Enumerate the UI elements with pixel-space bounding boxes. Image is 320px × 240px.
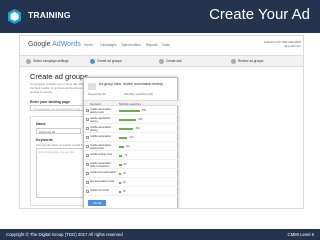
step-review-ad-groups[interactable]: Review ad groups [238,59,264,63]
search-volume-value: 590 [141,108,147,112]
idea-row[interactable]: mobile application testing 480 [84,116,179,124]
idea-thumbnail-icon [88,83,96,90]
logo-google-text: Google [28,41,51,48]
idea-row[interactable]: mobile automation testing tools 110 [84,143,179,151]
search-volume-value: 210 [129,135,134,139]
keywords-label: Keywords [36,138,53,142]
wizard-steps: Select campaign settings Create ad group… [20,56,303,67]
search-volume-bar [119,119,137,121]
search-volume-value: 40 [123,171,127,175]
idea-keyword: mobile test tools [90,189,109,192]
idea-keyword: mobile automation testing tools [90,108,112,114]
ad-group-name-label: Name [36,122,46,126]
step-1-check-icon [26,59,31,64]
idea-row[interactable]: mobile automation testing 390 [84,125,179,133]
search-volume-bar [119,146,124,148]
tdg-logo-icon [8,9,21,24]
adwords-topbar: Google AdWords Home Campaigns Opportunit… [20,36,303,56]
idea-keyword: mobile automation tools comparison [90,162,112,168]
cmmi-level: CMMI Level 5 [287,232,314,237]
adwords-screenshot: Google AdWords Home Campaigns Opportunit… [19,35,304,209]
brand-label: TRAINING [28,10,71,20]
idea-keyword: mobile test automation [90,171,117,174]
search-volume-bar [119,182,121,184]
search-volume-value: 110 [125,144,130,148]
search-volume-bar [119,128,134,130]
row-checkbox[interactable] [86,136,89,139]
idea-row[interactable]: mobile automation 210 [84,134,179,142]
nav-tools[interactable]: Tools [162,43,170,47]
search-volume-bar [119,137,128,139]
step-select-campaign[interactable]: Select campaign settings [33,59,68,63]
row-checkbox[interactable] [86,145,89,148]
keyword-idea-popup: Ad group idea: mobile automation testing… [83,77,179,208]
step-4-icon [231,59,236,64]
adwords-logo[interactable]: Google AdWords [28,41,81,48]
search-volume-value: 390 [135,126,140,130]
idea-keyword: mobile automation testing tools [90,144,112,150]
add-all-keywords-button[interactable]: Add all keywords [88,200,106,208]
col-keyword[interactable]: Keyword [90,102,101,106]
idea-keyword: mobile automation [90,135,112,138]
row-checkbox[interactable] [86,109,89,112]
idea-row[interactable]: test automation tools 30 [84,179,179,187]
logo-product-text: AdWords [52,41,81,48]
step-2-icon [90,59,95,64]
nav-reports[interactable]: Reports [146,43,158,47]
search-volume-value: 50 [123,162,127,166]
step-create-ad-groups[interactable]: Create ad groups [97,59,122,63]
row-checkbox[interactable] [86,181,89,184]
keyword-count: Keywords (8) [88,92,106,96]
ad-group-name-input[interactable]: Ad group #1 [36,128,81,134]
row-checkbox[interactable] [86,172,89,175]
idea-row[interactable]: mobile test tools 30 [84,188,179,196]
nav-opportunities[interactable]: Opportunities [121,43,141,47]
search-volume-bar [119,155,123,157]
row-checkbox[interactable] [86,190,89,193]
idea-keyword: test automation tools [90,180,114,183]
slide-title: Create Your Ad [209,6,310,23]
idea-row[interactable]: mobile testing tools 70 [84,152,179,160]
search-volume-value: 480 [138,117,143,121]
search-volume-value: 70 [124,153,128,157]
idea-title: Ad group idea: mobile automation testing [99,82,163,86]
search-volume-value: 30 [123,180,126,184]
landing-page-label: Enter your landing page [30,100,71,104]
row-checkbox[interactable] [86,127,89,130]
searches-summary: Monthly searches (M) [124,92,153,96]
search-volume-value: 30 [123,189,126,193]
idea-row[interactable]: mobile automation tools comparison 50 [84,161,179,169]
page-heading: Create ad groups [30,72,88,81]
row-checkbox[interactable] [86,118,89,121]
idea-keyword: mobile testing tools [90,153,113,156]
idea-keyword: mobile application testing [90,117,111,123]
search-volume-bar [119,164,122,166]
nav-campaigns[interactable]: Campaigns [100,43,117,47]
col-searches[interactable]: Monthly searches [119,102,141,106]
search-volume-bar [119,173,122,175]
idea-keyword: mobile automation testing [90,126,112,132]
account-email: @gmail.com [284,44,301,48]
idea-row[interactable]: mobile automation testing tools 590 [84,107,179,115]
copyright-text: Copyright © The Digital Group (TDG) 2017… [6,232,123,237]
nav-home[interactable]: Home [84,43,93,47]
idea-row[interactable]: mobile test automation 40 [84,170,179,178]
row-checkbox[interactable] [86,154,89,157]
account-info[interactable]: Customer ID: 000-000-0000 @gmail.com [263,40,301,48]
search-volume-bar [119,191,121,193]
step-create-ads[interactable]: Create ads [166,59,182,63]
idea-table-header: Keyword Monthly searches [84,100,179,106]
step-3-icon [159,59,164,64]
row-checkbox[interactable] [86,163,89,166]
search-volume-bar [119,110,140,112]
